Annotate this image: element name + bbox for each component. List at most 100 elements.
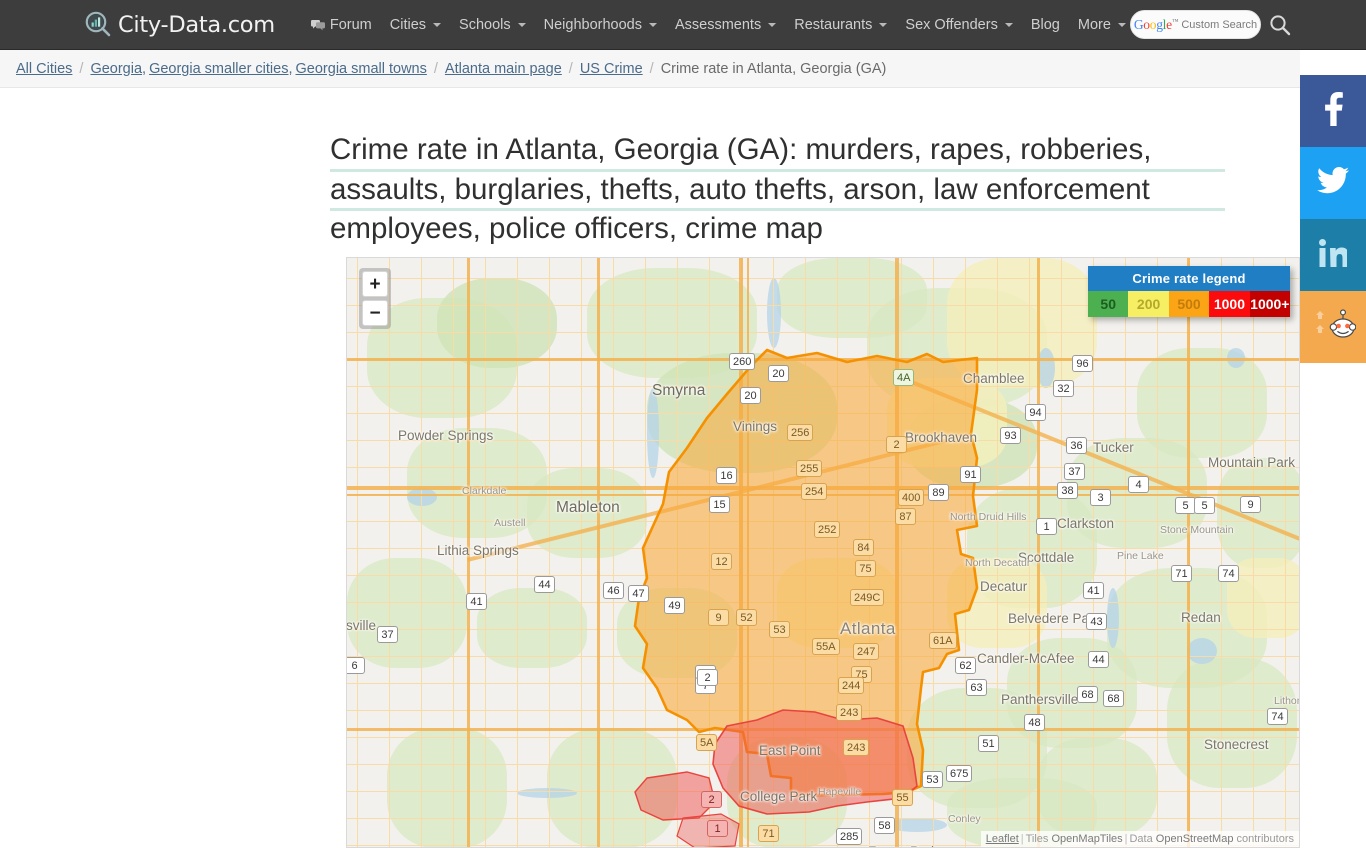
reddit-alien-icon (1310, 307, 1357, 348)
map-highway-shield: 89 (928, 484, 949, 501)
map-place-label: College Park (740, 789, 818, 804)
map-feature (1187, 258, 1190, 847)
nav-item-more[interactable]: More (1069, 0, 1135, 50)
map-place-label: Stone Mountain (1160, 524, 1234, 536)
nav-item-assessments[interactable]: Assessments (666, 0, 785, 50)
site-logo[interactable]: City-Data.com (85, 0, 275, 50)
leaflet-link[interactable]: Leaflet (986, 833, 1019, 845)
map-tile-layer[interactable]: Smyrna Powder Springs Vinings Clarkdale Mabl… (347, 258, 1299, 847)
map-highway-shield: 44 (1088, 651, 1109, 668)
share-reddit-button[interactable] (1300, 291, 1366, 363)
map-highway-shield: 49 (664, 597, 685, 614)
map-highway-shield: 1 (1036, 518, 1057, 535)
map-feature (739, 258, 743, 847)
map-feature (645, 258, 647, 847)
map-place-label: Austell (494, 517, 526, 529)
map-highway-shield: 37 (1064, 463, 1085, 480)
share-linkedin-button[interactable] (1300, 219, 1366, 291)
share-facebook-button[interactable] (1300, 75, 1366, 147)
nav-item-label: Sex Offenders (905, 16, 998, 33)
map-highway-shield: 58 (874, 817, 895, 834)
nav-item-restaurants[interactable]: Restaurants (785, 0, 896, 50)
chevron-down-icon (879, 22, 888, 27)
map-place-label: Mableton (556, 499, 620, 516)
map-attribution: Leaflet | Tiles OpenMapTiles | Data OpenStre… (980, 831, 1299, 847)
map-highway-shield: 68 (1103, 690, 1124, 707)
trademark-symbol: ™ (1171, 17, 1179, 25)
tiles-provider[interactable]: OpenMapTiles (1052, 833, 1123, 845)
crime-map[interactable]: Smyrna Powder Springs Vinings Clarkdale Mabl… (346, 257, 1300, 848)
zoom-out-button[interactable]: − (362, 300, 388, 326)
map-highway-shield: 53 (769, 621, 790, 638)
map-highway-shield: 84 (853, 539, 874, 556)
share-twitter-button[interactable] (1300, 147, 1366, 219)
nav-item-sex-offenders[interactable]: Sex Offenders (896, 0, 1021, 50)
magnifier-bar-chart-icon (85, 11, 112, 38)
map-highway-shield: 20 (768, 365, 789, 382)
map-highway-shield: 4A (893, 369, 915, 386)
map-highway-shield: 12 (711, 553, 732, 570)
attribution-separator: | (1124, 833, 1128, 845)
map-highway-shield: 53 (922, 771, 943, 788)
map-highway-shield: 244 (838, 677, 865, 694)
nav-item-forum[interactable]: Forum (302, 0, 381, 50)
map-feature (389, 258, 391, 847)
map-highway-shield: 20 (740, 387, 761, 404)
breadcrumb-item-georgia[interactable]: Georgia (90, 61, 142, 77)
map-feature (805, 258, 807, 847)
legend-cell-200: 200 (1128, 291, 1169, 317)
data-prefix: Data (1129, 833, 1153, 845)
chevron-down-icon (517, 22, 526, 27)
breadcrumb-item-atlanta-main-page[interactable]: Atlanta main page (445, 61, 562, 77)
nav-item-schools[interactable]: Schools (450, 0, 535, 50)
nav-item-blog[interactable]: Blog (1022, 0, 1069, 50)
map-highway-shield: 91 (960, 466, 981, 483)
map-place-label: North Decatur (965, 557, 1031, 569)
map-feature (773, 258, 775, 847)
breadcrumb-item-all-cities[interactable]: All Cities (16, 61, 72, 77)
attribution-separator: | (1020, 833, 1024, 845)
search-input[interactable]: Google™ Custom Search (1130, 10, 1261, 39)
tiles-prefix: Tiles (1025, 833, 1049, 845)
map-highway-shield: 52 (736, 609, 757, 626)
zoom-in-button[interactable]: + (362, 271, 388, 297)
nav-item-label: Assessments (674, 16, 762, 33)
map-highway-shield: 68 (1077, 686, 1098, 703)
map-highway-shield: 3 (1090, 489, 1111, 506)
nav-item-neighborhoods[interactable]: Neighborhoods (535, 0, 666, 50)
map-feature (613, 258, 615, 847)
chevron-down-icon (433, 22, 442, 27)
map-place-label: Panthersville (1001, 692, 1079, 707)
breadcrumb-item-us-crime[interactable]: US Crime (580, 61, 643, 77)
map-feature (581, 258, 583, 847)
search-placeholder: Custom Search (1181, 18, 1258, 31)
map-highway-shield: 243 (836, 704, 863, 721)
map-feature (1285, 258, 1287, 847)
map-highway-shield: 71 (1171, 565, 1192, 582)
map-highway-shield: 252 (814, 521, 841, 538)
breadcrumb-item-georgia-smaller-cities[interactable]: Georgia smaller cities (149, 61, 288, 77)
map-highway-shield: 71 (758, 825, 779, 842)
map-feature (647, 388, 659, 478)
facebook-icon (1320, 91, 1346, 131)
map-feature (837, 258, 839, 847)
main-content: Crime rate in Atlanta, Georgia (GA): mur… (0, 88, 1300, 848)
chevron-down-icon (648, 22, 657, 27)
map-feature (547, 728, 677, 847)
map-highway-shield: 4 (1128, 476, 1149, 493)
map-highway-shield: 55A (812, 638, 840, 655)
map-highway-shield: 255 (796, 460, 823, 477)
breadcrumb: All Cities / Georgia, Georgia smaller ci… (0, 50, 1300, 88)
map-place-label: Pine Lake (1117, 550, 1164, 562)
nav-item-label: More (1077, 16, 1111, 33)
page-title: Crime rate in Atlanta, Georgia (GA): mur… (330, 132, 1225, 248)
map-highway-shield: 41 (1083, 582, 1104, 599)
data-provider[interactable]: OpenStreetMap (1156, 833, 1234, 845)
breadcrumb-item-georgia-small-towns[interactable]: Georgia small towns (296, 61, 427, 77)
map-feature (1221, 258, 1223, 847)
map-place-label: Powder Springs (398, 428, 494, 443)
map-highway-shield: 93 (1000, 427, 1021, 444)
nav-item-cities[interactable]: Cities (381, 0, 450, 50)
legend-cell-500: 500 (1168, 291, 1210, 317)
search-icon[interactable] (1269, 14, 1291, 36)
